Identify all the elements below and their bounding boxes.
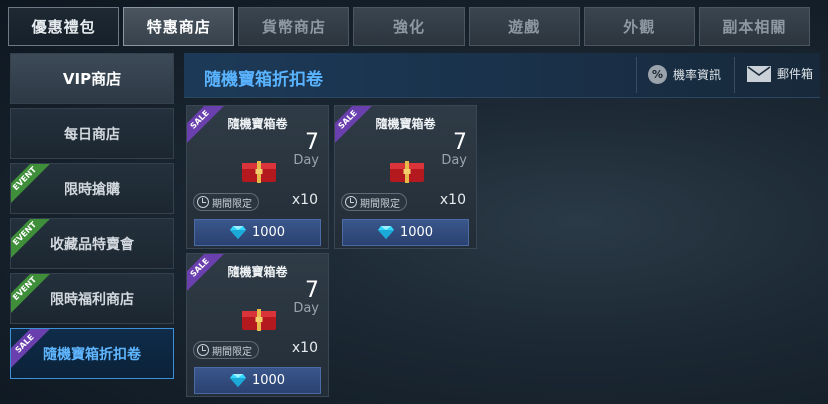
sidebar-item-daily-shop[interactable]: 每日商店	[10, 108, 174, 159]
duration: 7 Day	[293, 278, 319, 316]
sidebar-item-flash-sale[interactable]: EVENT 限時搶購	[10, 163, 174, 214]
sidebar-item-label: 每日商店	[64, 126, 120, 143]
red-chest-icon	[241, 309, 277, 331]
sidebar-item-label: VIP商店	[62, 70, 122, 88]
rate-info-button[interactable]: % 機率資訊	[648, 65, 721, 84]
red-chest-icon	[241, 161, 277, 183]
buy-button[interactable]: 1000	[194, 219, 321, 246]
page-title: 隨機寶箱折扣卷	[204, 70, 323, 90]
tab-special-shop[interactable]: 特惠商店	[123, 7, 235, 46]
event-badge: EVENT	[11, 164, 50, 204]
diamond-icon	[229, 374, 246, 387]
duration-days: 7	[305, 278, 319, 303]
tab-game[interactable]: 遊戲	[468, 7, 580, 46]
tab-enhance[interactable]: 強化	[353, 7, 465, 46]
sidebar-item-label: 限時福利商店	[50, 291, 134, 308]
event-badge: EVENT	[11, 219, 50, 259]
event-badge: EVENT	[11, 274, 50, 314]
sidebar-item-limited-welfare-shop[interactable]: EVENT 限時福利商店	[10, 273, 174, 324]
tab-currency-shop[interactable]: 貨幣商店	[238, 7, 350, 46]
sidebar-item-random-chest-coupon[interactable]: SALE 隨機寶箱折扣卷	[10, 328, 174, 379]
limited-period-label: 期間限定	[212, 198, 252, 210]
tab-dungeon[interactable]: 副本相關	[698, 7, 810, 46]
shop-sidebar: VIP商店 每日商店 EVENT 限時搶購 EVENT 收藏品特賣會 EVENT…	[10, 53, 174, 383]
percent-icon: %	[648, 65, 667, 84]
sidebar-item-vip-shop[interactable]: VIP商店	[10, 53, 174, 104]
limited-period-tag: 期間限定	[341, 193, 407, 211]
product-card: SALE 隨機寶箱卷 7 Day 期間限定 x10 1000	[334, 105, 477, 249]
duration-unit: Day	[293, 153, 319, 168]
mailbox-button[interactable]: 郵件箱	[747, 65, 813, 82]
clock-icon	[197, 196, 209, 208]
tab-promo-packs[interactable]: 優惠禮包	[8, 7, 120, 46]
duration-unit: Day	[441, 153, 467, 168]
top-tab-bar: 優惠禮包 特惠商店 貨幣商店 強化 遊戲 外觀 副本相關	[8, 7, 810, 46]
buy-button[interactable]: 1000	[194, 367, 321, 394]
duration-unit: Day	[293, 301, 319, 316]
buy-button[interactable]: 1000	[342, 219, 469, 246]
product-card: SALE 隨機寶箱卷 7 Day 期間限定 x10 1000	[186, 253, 329, 397]
diamond-icon	[229, 226, 246, 239]
clock-icon	[345, 196, 357, 208]
product-quantity: x10	[291, 192, 318, 208]
product-quantity: x10	[439, 192, 466, 208]
clock-icon	[197, 344, 209, 356]
limited-period-tag: 期間限定	[193, 193, 259, 211]
price: 1000	[251, 373, 286, 388]
rate-info-label: 機率資訊	[673, 68, 722, 82]
sidebar-item-label: 收藏品特賣會	[50, 236, 134, 253]
price: 1000	[399, 225, 434, 240]
product-card: SALE 隨機寶箱卷 7 Day 期間限定 x10 1000	[186, 105, 329, 249]
header-divider	[734, 57, 735, 93]
diamond-icon	[377, 226, 394, 239]
limited-period-label: 期間限定	[360, 198, 400, 210]
tab-appearance[interactable]: 外觀	[583, 7, 695, 46]
envelope-icon	[747, 65, 771, 82]
price: 1000	[251, 225, 286, 240]
header-divider	[636, 57, 637, 93]
mailbox-label: 郵件箱	[777, 67, 814, 81]
sidebar-item-label: 限時搶購	[64, 181, 120, 198]
sidebar-item-label: 隨機寶箱折扣卷	[43, 346, 141, 363]
duration: 7 Day	[441, 130, 467, 168]
sidebar-item-collectible-sale[interactable]: EVENT 收藏品特賣會	[10, 218, 174, 269]
duration-days: 7	[453, 130, 467, 155]
red-chest-icon	[389, 161, 425, 183]
duration-days: 7	[305, 130, 319, 155]
content-header: 隨機寶箱折扣卷 % 機率資訊 郵件箱	[184, 53, 820, 98]
product-quantity: x10	[291, 340, 318, 356]
duration: 7 Day	[293, 130, 319, 168]
limited-period-tag: 期間限定	[193, 341, 259, 359]
limited-period-label: 期間限定	[212, 346, 252, 358]
